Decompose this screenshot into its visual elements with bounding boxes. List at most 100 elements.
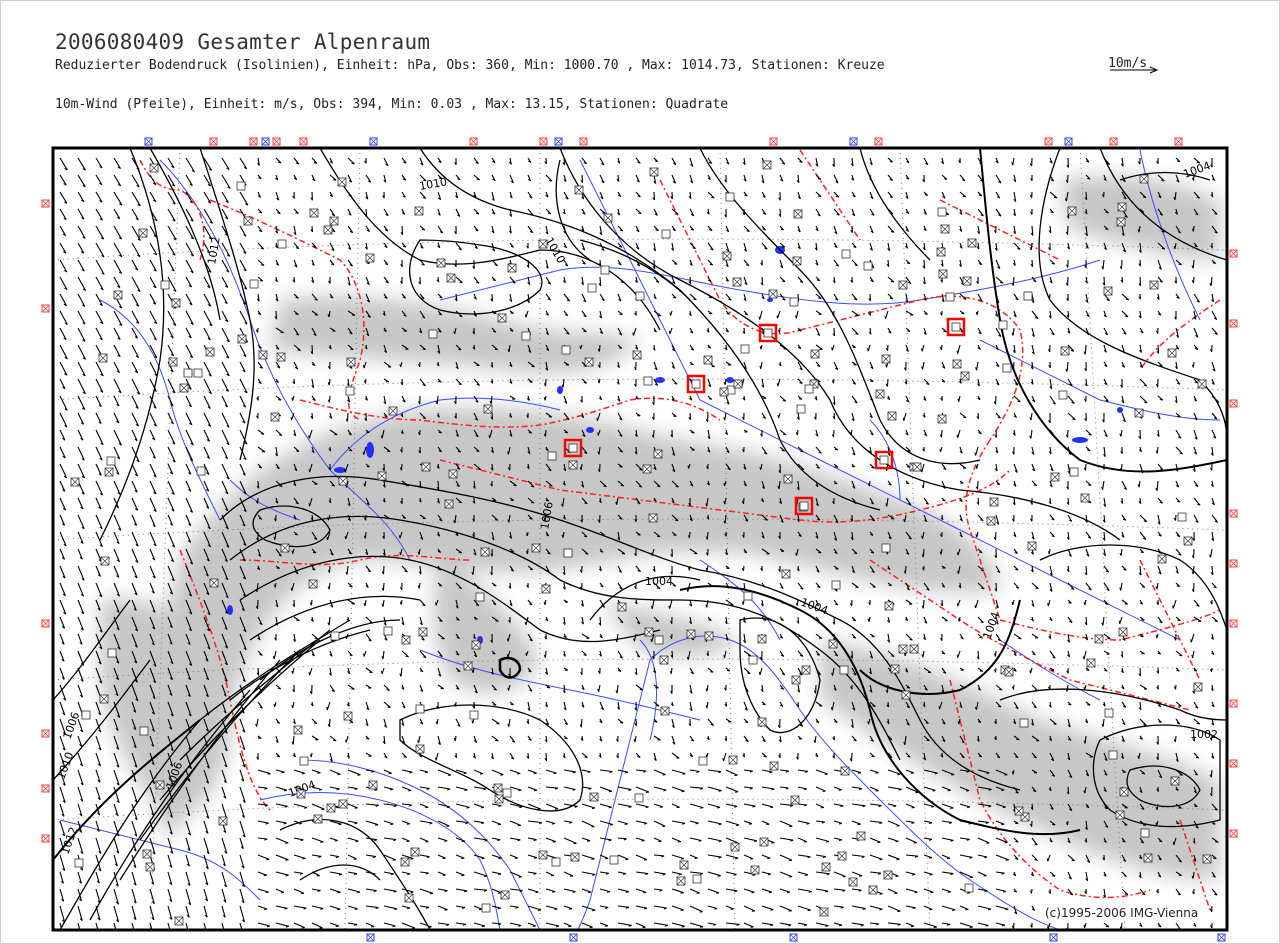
wind-arrow <box>1120 259 1123 270</box>
wind-arrow-head <box>495 739 499 742</box>
wind-arrow-head <box>974 604 977 609</box>
wind-arrow-head <box>366 431 370 434</box>
wind-arrow-head <box>421 228 425 231</box>
wind-arrow-head <box>999 688 1003 691</box>
wind-arrow-head <box>872 705 876 707</box>
wind-arrow-head <box>619 313 623 316</box>
wind-arrow-head <box>867 348 869 352</box>
wind-arrow-head <box>906 687 910 689</box>
wind-arrow-head <box>424 771 429 774</box>
wind-arrow-head <box>524 314 527 318</box>
wind-arrow-head <box>1141 772 1145 775</box>
wind-arrow-head <box>979 551 983 554</box>
wind-arrow <box>346 412 349 422</box>
wind-arrow-head <box>290 587 293 591</box>
wind-arrow-head <box>1083 686 1086 691</box>
wind-arrow-head <box>1196 161 1200 164</box>
wind-arrow-head <box>434 757 437 761</box>
wind-arrow-head <box>939 448 941 453</box>
wind-arrow-head <box>1118 620 1121 624</box>
wind-arrow-head <box>507 687 509 691</box>
wind-arrow-head <box>362 451 365 455</box>
wind-arrow-head <box>921 348 923 352</box>
wind-arrow-head <box>682 773 686 775</box>
wind-arrow-head <box>723 482 726 487</box>
wind-arrow-head <box>710 671 714 673</box>
wind-arrow-head <box>1172 605 1174 609</box>
wind-arrow-head <box>870 380 874 383</box>
wind-arrow-head <box>1140 635 1144 638</box>
wind-arrow-head <box>295 313 299 315</box>
wind-arrow-head <box>308 435 310 439</box>
wind-arrow-head <box>906 466 910 468</box>
wind-arrow-head <box>650 552 653 556</box>
weather-map: 1010101210101004100610041004100210041006… <box>41 137 1238 942</box>
wind-arrow-head <box>824 773 828 775</box>
wind-arrow-head <box>399 363 402 368</box>
wind-arrow-head <box>258 347 262 349</box>
wind-arrow-head <box>1142 196 1147 199</box>
wind-arrow-head <box>800 450 804 453</box>
wind-arrow-head <box>999 282 1004 284</box>
wind-arrow-head <box>943 178 948 180</box>
wind-arrow <box>382 582 385 591</box>
wind-arrow-head <box>663 789 667 792</box>
wind-arrow-head <box>1088 433 1092 436</box>
wind-arrow-head <box>798 635 802 638</box>
wind-arrow-head <box>583 330 587 333</box>
wind-arrow <box>994 531 997 540</box>
wind-arrow-head <box>471 720 474 724</box>
wind-arrow-head <box>834 482 838 485</box>
wind-arrow-head <box>1105 211 1109 214</box>
wind-arrow-head <box>349 585 353 588</box>
wind-arrow-head <box>1068 703 1072 706</box>
wind-arrow-head <box>687 465 690 469</box>
wind-arrow-head <box>817 195 822 198</box>
wind-arrow-head <box>476 178 480 181</box>
wind-arrow-head <box>530 501 535 504</box>
wind-arrow-head <box>344 469 346 473</box>
wind-arrow-head <box>798 398 803 400</box>
wind-arrow <box>1210 769 1213 778</box>
wind-arrow-head <box>834 466 838 468</box>
wind-arrow-head <box>313 722 317 724</box>
wind-arrow-head <box>673 415 677 418</box>
wind-arrow-head <box>776 315 778 319</box>
wind-arrow-head <box>818 637 822 639</box>
wind-arrow-head <box>777 414 780 419</box>
wind-arrow-head <box>1155 635 1158 639</box>
wind-arrow-head <box>1140 211 1144 213</box>
wind-arrow-head <box>1053 196 1058 199</box>
wind-arrow-head <box>963 298 967 300</box>
wind-arrow-head <box>744 721 749 723</box>
wind-arrow-head <box>579 345 582 349</box>
wind-arrow-head <box>1159 399 1163 401</box>
wind-arrow-head <box>345 739 347 743</box>
wind-arrow-head <box>277 687 281 690</box>
wind-arrow-head <box>781 449 785 452</box>
wind-arrow-head <box>584 553 589 555</box>
wind-arrow-head <box>834 448 838 451</box>
wind-arrow-head <box>308 672 310 676</box>
wind-arrow-head <box>327 517 329 521</box>
wind-arrow-head <box>889 161 893 163</box>
wind-arrow-head <box>975 465 978 469</box>
wind-arrow-head <box>657 535 661 538</box>
wind-arrow-head <box>506 638 509 642</box>
wind-arrow-head <box>857 772 861 774</box>
wind-arrow <box>922 548 925 558</box>
wind-arrow-head <box>494 519 498 521</box>
wind-arrow-head <box>381 670 383 675</box>
wind-arrow-head <box>672 585 676 587</box>
wind-arrow-head <box>549 485 553 487</box>
wind-arrow-head <box>529 381 533 383</box>
wind-arrow-head <box>553 772 557 775</box>
wind-arrow-head <box>387 706 391 709</box>
wind-arrow-head <box>1029 670 1031 674</box>
wind-arrow-head <box>759 346 762 350</box>
wind-arrow-head <box>278 399 282 401</box>
wind-arrow-head <box>291 397 294 401</box>
wind-arrow-head <box>297 349 301 351</box>
wind-arrow-head <box>867 720 869 725</box>
wind-arrow-head <box>602 212 606 214</box>
